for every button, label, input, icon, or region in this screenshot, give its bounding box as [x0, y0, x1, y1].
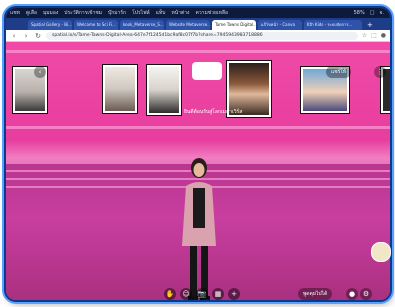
camera-icon[interactable]: 📷	[196, 288, 208, 300]
welcome-sign-text: ยินดีต้อนรับสู่โลกเมตาเวิร์ส	[184, 109, 243, 115]
gallery-photo	[149, 67, 179, 113]
browser-tab[interactable]: Welcome to Sci Fi...	[74, 20, 118, 30]
gallery-sign-board	[192, 62, 222, 80]
avatar-top	[193, 188, 205, 228]
browser-tab-strip: Spatial Gallery - Bi... Welcome to Sci F…	[6, 18, 390, 30]
add-icon[interactable]: +	[228, 288, 240, 300]
extensions-icon[interactable]: ⬚	[371, 32, 377, 39]
os-menubar: แชท ดูเลือ มุมมอง ประวัติการเข้าชม บุ๊กม…	[6, 8, 390, 18]
menu-item[interactable]: โปรไฟล์	[132, 8, 150, 18]
browser-tab[interactable]: Kth Kids - ระบบจัดการ...	[304, 20, 362, 30]
browser-tab-active[interactable]: Tame Tawns Digital...	[212, 20, 256, 30]
menu-item[interactable]: ดูเลือ	[26, 8, 37, 18]
wall-trim	[6, 50, 390, 53]
chat-input-pill[interactable]: พูดคุยไปได้	[298, 288, 333, 300]
wall-trim	[6, 126, 390, 129]
share-button[interactable]: แชร์ให้	[326, 66, 352, 78]
user-avatar-figure[interactable]	[174, 154, 224, 300]
gallery-photo	[105, 67, 135, 111]
forward-icon[interactable]: ›	[22, 32, 30, 40]
screenshot-frame: แชท ดูเลือ มุมมอง ประวัติการเข้าชม บุ๊กม…	[6, 8, 390, 300]
url-field[interactable]: spatial.io/s/Tame-Tawns-Digital-Area-647…	[46, 31, 358, 40]
control-center-icon[interactable]: □	[370, 8, 375, 18]
browser-tab[interactable]: Website Metaverse...	[166, 20, 210, 30]
menu-item[interactable]: แชท	[10, 8, 20, 18]
date-status: จ.	[379, 10, 384, 16]
raise-hand-icon[interactable]: ✋	[164, 288, 176, 300]
menu-item[interactable]: บุ๊กมาร์ก	[108, 8, 126, 18]
gallery-photo-frame[interactable]	[102, 64, 138, 114]
browser-tab[interactable]: kook_Metaverse_S...	[120, 20, 164, 30]
menu-item[interactable]: แท็บ	[156, 8, 166, 18]
bookmark-star-icon[interactable]: ☆	[362, 32, 367, 39]
gallery-photo-frame[interactable]	[146, 64, 182, 116]
user-profile-avatar[interactable]	[371, 242, 391, 262]
more-options-button[interactable]: ⋮	[374, 66, 386, 78]
menubar-status: 58% □ จ.	[354, 8, 390, 18]
menu-item[interactable]: มุมมอง	[43, 8, 58, 18]
microphone-icon[interactable]: ●	[346, 288, 358, 300]
battery-status: 58%	[353, 10, 365, 16]
new-tab-icon[interactable]: +	[364, 20, 376, 30]
menu-item[interactable]: หน้าต่าง	[171, 8, 189, 18]
profile-icon[interactable]: ●	[381, 32, 386, 39]
back-button[interactable]: ‹	[34, 66, 46, 78]
address-bar: ‹ › ↻ spatial.io/s/Tame-Tawns-Digital-Ar…	[6, 30, 390, 42]
menu-item[interactable]: ความช่วยเหลือ	[195, 8, 227, 18]
avatar-face	[193, 163, 205, 177]
reload-icon[interactable]: ↻	[34, 32, 42, 40]
back-icon[interactable]: ‹	[10, 32, 18, 40]
spatial-action-toolbar: ✋ ☺ 📷 ▦ +	[164, 288, 240, 300]
menu-item[interactable]: ประวัติการเข้าชม	[64, 8, 102, 18]
settings-icon[interactable]: ⚙	[360, 288, 372, 300]
browser-tab[interactable]: Spatial Gallery - Bi...	[28, 20, 72, 30]
metaverse-gallery-viewport[interactable]: ยินดีต้อนรับสู่โลกเมตาเวิร์ส ‹ แชร์ให้ ⋮…	[6, 42, 390, 300]
emoji-icon[interactable]: ☺	[180, 288, 192, 300]
browser-tab[interactable]: แก้ไขหน้า - Canva	[258, 20, 302, 30]
gallery-icon[interactable]: ▦	[212, 288, 224, 300]
